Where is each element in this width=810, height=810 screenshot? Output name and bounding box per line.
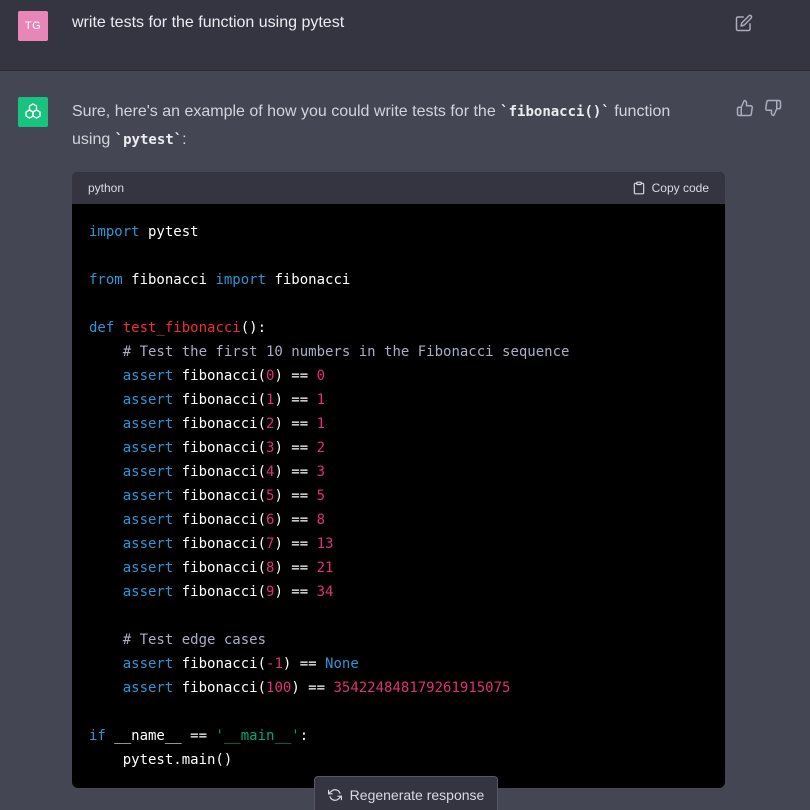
code-block: python Copy code import pytest from fibo… xyxy=(72,172,725,788)
inline-code-pytest: `pytest` xyxy=(114,132,183,148)
user-message-text: write tests for the function using pytes… xyxy=(72,14,345,31)
copy-code-button[interactable]: Copy code xyxy=(632,181,709,195)
regenerate-response-button[interactable]: Regenerate response xyxy=(314,776,498,810)
openai-logo-icon xyxy=(18,97,48,127)
user-message-row: TG write tests for the function using py… xyxy=(0,0,810,71)
inline-code-fibonacci: `fibonacci()` xyxy=(500,104,610,120)
copy-code-label: Copy code xyxy=(651,181,709,195)
reply-prefix: Sure, here's an example of how you could… xyxy=(72,103,501,120)
regenerate-label: Regenerate response xyxy=(349,787,485,803)
clipboard-icon xyxy=(633,181,644,195)
thumbs-down-icon[interactable] xyxy=(764,99,782,117)
reply-suffix: : xyxy=(182,131,187,148)
user-avatar: TG xyxy=(18,11,48,41)
assistant-message-row: Sure, here's an example of how you could… xyxy=(0,72,810,810)
code-language-label: python xyxy=(88,181,125,195)
edit-icon[interactable] xyxy=(735,14,753,32)
refresh-icon xyxy=(327,789,342,801)
thumbs-up-icon[interactable] xyxy=(736,99,754,117)
code-content: import pytest from fibonacci import fibo… xyxy=(89,224,570,768)
code-block-header: python Copy code xyxy=(72,172,725,204)
assistant-reply-text: Sure, here's an example of how you could… xyxy=(72,98,702,154)
